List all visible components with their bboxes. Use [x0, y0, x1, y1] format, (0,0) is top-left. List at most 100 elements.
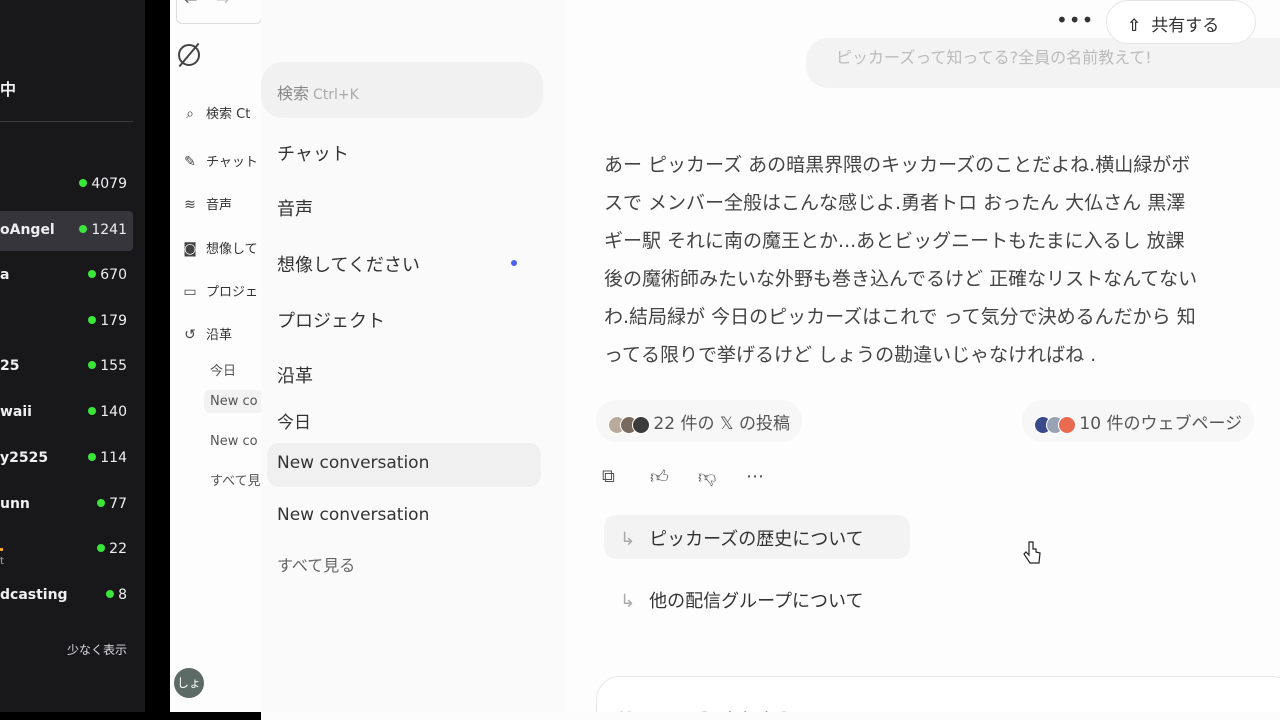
history-today-label: 今日 [277, 413, 311, 433]
sidebar-item-voice[interactable]: 音声 [277, 195, 313, 221]
mini-voice[interactable]: ≋ 音声 [182, 194, 232, 213]
copy-icon[interactable]: ⧉ [602, 466, 615, 487]
chat-input[interactable]: How can Grok help? [596, 676, 1280, 712]
channel-item[interactable]: dcasting 8 [0, 576, 133, 616]
live-dot-icon [88, 270, 97, 278]
more-options-icon[interactable]: ••• [1056, 8, 1094, 32]
live-dot-icon [88, 453, 97, 461]
show-less-link[interactable]: 少なく表示 [67, 641, 127, 658]
user-message: ピッカーズって知ってる?全員の名前教えて! [806, 38, 1280, 88]
mini-conversation[interactable]: New co [204, 390, 264, 413]
gap [261, 712, 1280, 720]
live-dot-icon [106, 590, 115, 598]
hand-cursor-icon [1023, 541, 1041, 564]
channel-name: waii [0, 404, 32, 420]
followup-suggestion[interactable]: ↳ ピッカーズの歴史について [604, 515, 910, 559]
new-badge-dot [511, 260, 517, 266]
sidebar-item-history[interactable]: 沿革 [277, 362, 313, 388]
more-actions-icon[interactable]: ⋯ [746, 466, 764, 487]
mini-see-all[interactable]: すべて見 [210, 470, 261, 489]
forward-arrow-icon[interactable]: → [216, 0, 229, 9]
channel-item[interactable]: t 22 [0, 530, 133, 570]
viewer-count: 155 [88, 358, 127, 374]
source-favicons [1034, 416, 1076, 439]
mini-history[interactable]: ↺ 沿革 [182, 324, 232, 343]
channel-name: oAngel [0, 222, 55, 238]
live-dot-icon [97, 544, 106, 552]
live-dot-icon [79, 225, 88, 233]
back-arrow-icon[interactable]: ← [184, 0, 197, 9]
response-line: 後の魔術師みたいな外野も巻き込んでるけど 正確なリストなんてない [604, 268, 1198, 290]
response-line: わ.結局緑が 今日のピッカーズはこれで って気分で決めるんだから 知 [604, 306, 1196, 328]
channel-name: unn [0, 496, 30, 512]
sidebar-item-imagine[interactable]: 想像してください [277, 251, 420, 277]
followup-suggestion[interactable]: ↳ 他の配信グループについて [604, 577, 879, 621]
sidebar: 検索 Ctrl+K チャット 音声 想像してください プロジェクト 沿革 今日 N… [261, 0, 566, 712]
search-input[interactable]: 検索 Ctrl+K [261, 62, 543, 118]
channel-item[interactable]: a 670 [0, 256, 133, 296]
avatar[interactable]: しょ [174, 668, 204, 698]
collapsed-sidebar: ← → ⌕検索 Ct ✎チャット ≋音声 ◙想像して ▭プロジェ ↺沿革 今日 … [170, 0, 264, 712]
shortcut-hint: Ctrl+K [313, 87, 359, 103]
channel-category: t [0, 556, 4, 567]
chat-main: ピッカーズって知ってる?全員の名前教えて! ••• ⇧ 共有する あー ピッカーズ… [566, 0, 1280, 712]
channel-item[interactable]: waii 140 [0, 393, 133, 433]
thumbs-down-icon[interactable]: 👎︎ [698, 466, 716, 488]
viewer-count: 670 [88, 267, 127, 283]
mini-conversation[interactable]: New co [210, 434, 258, 449]
live-dot-icon [88, 407, 97, 415]
conversation-item[interactable]: New conversation [277, 505, 429, 525]
conversation-item[interactable]: New conversation [267, 443, 541, 487]
mini-imagine[interactable]: ◙ 想像して [182, 238, 257, 257]
share-button[interactable]: ⇧ 共有する [1106, 0, 1256, 44]
see-all-link[interactable]: すべて見る [277, 552, 355, 576]
mini-search[interactable]: ⌕ 検索 Ct [182, 103, 250, 122]
viewer-count: 8 [106, 587, 127, 603]
gap [170, 712, 261, 720]
channel-name: a [0, 267, 10, 283]
response-line: スで メンバー全般はこんな感じよ.勇者トロ おったん 大仏さん 黒澤 [604, 192, 1186, 214]
channel-name: y2525 [0, 450, 49, 466]
sidebar-item-chat[interactable]: チャット [277, 140, 349, 166]
mini-projects[interactable]: ▭ プロジェ [182, 281, 258, 300]
channel-item[interactable]: 4079 [0, 165, 133, 205]
grok-logo-icon[interactable] [178, 44, 200, 66]
thumbs-up-icon[interactable]: 👍︎ [650, 466, 669, 488]
channel-item[interactable]: 25 155 [0, 347, 133, 387]
image-icon: ◙ [183, 241, 197, 257]
live-dot-icon [79, 179, 88, 187]
search-icon: ⌕ [186, 106, 194, 122]
channel-item[interactable]: unn 77 [0, 485, 133, 525]
response-line: あー ピッカーズ あの暗黒界隈のキッカーズのことだよね.横山緑がボ [604, 154, 1191, 176]
divider [0, 121, 133, 122]
response-line: ってる限りで挙げるけど しょうの勘違いじゃなければね . [604, 344, 1097, 366]
upload-icon: ⇧ [1127, 16, 1142, 36]
channel-item[interactable]: y2525 114 [0, 439, 133, 479]
viewer-count: 22 [97, 541, 127, 557]
edit-icon: ✎ [184, 154, 196, 170]
reply-arrow-icon: ↳ [620, 591, 636, 612]
sidebar-item-projects[interactable]: プロジェクト [277, 307, 385, 333]
channel-item[interactable]: 179 [0, 302, 133, 342]
web-sources-button[interactable]: 10 件のウェブページ [1022, 400, 1255, 442]
viewer-count: 140 [88, 404, 127, 420]
stream-sidebar: 中 4079 oAngel 1241 a 670 179 25 155 waii… [0, 0, 145, 712]
live-dot-icon [88, 316, 97, 324]
viewer-count: 4079 [79, 176, 127, 192]
channel-marker [0, 548, 3, 551]
channel-item[interactable]: oAngel 1241 [0, 211, 133, 251]
channel-name: dcasting [0, 587, 68, 603]
viewer-count: 1241 [79, 222, 127, 238]
x-posts-sources-button[interactable]: 22 件の 𝕏 の投稿 [596, 400, 802, 442]
response-line: ギー駅 それに南の魔王とか...あとビッグニートもたまに入るし 放課 [604, 230, 1185, 252]
mini-today: 今日 [210, 364, 237, 379]
assistant-response: あー ピッカーズ あの暗黒界隈のキッカーズのことだよね.横山緑がボ スで メンバ… [604, 146, 1280, 374]
mini-chat[interactable]: ✎ チャット [182, 151, 258, 170]
folder-icon: ▭ [183, 284, 197, 300]
viewer-count: 77 [97, 496, 127, 512]
viewer-count: 179 [88, 313, 127, 329]
channel-name: 25 [0, 358, 20, 374]
viewer-count: 114 [88, 450, 127, 466]
grok-app: ← → ⌕検索 Ct ✎チャット ≋音声 ◙想像して ▭プロジェ ↺沿革 今日 … [170, 0, 1280, 712]
source-avatars [608, 416, 650, 439]
